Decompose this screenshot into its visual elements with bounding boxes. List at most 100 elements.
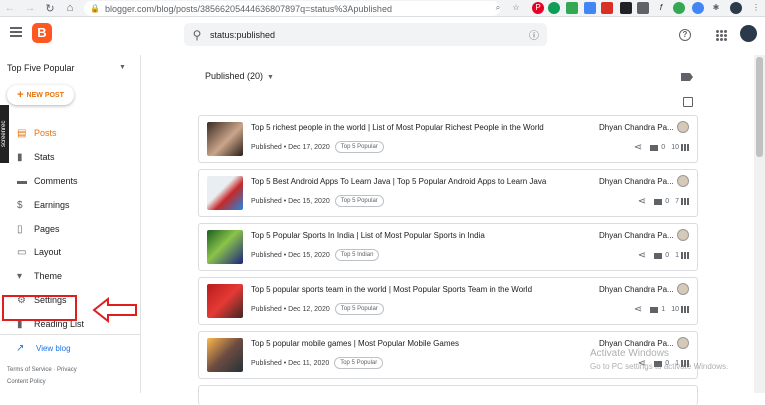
share-icon[interactable]: ⋖ (638, 196, 646, 207)
comment-count: 0 (665, 198, 670, 205)
translate-extension-icon[interactable] (584, 2, 596, 14)
comments-icon: ▬ (17, 175, 27, 187)
post-title[interactable]: Top 5 Popular Sports In India | List of … (251, 231, 561, 240)
bookmark-star-icon[interactable]: ☆ (510, 2, 522, 14)
windows-activation-watermark: Activate Windows Go to PC settings to ac… (590, 347, 728, 373)
post-row[interactable]: Top 5 Popular Sports In India | List of … (198, 223, 698, 271)
sidebar-item-comments[interactable]: ▬ Comments (0, 171, 140, 191)
formula-extension-icon[interactable]: f (655, 2, 667, 14)
sidebar-item-theme[interactable]: ▾ Theme (0, 266, 140, 286)
sidebar-item-layout[interactable]: ▭ Layout (0, 242, 140, 262)
share-icon[interactable]: ⋖ (638, 250, 646, 261)
sidebar-item-pages[interactable]: ▯ Pages (0, 219, 140, 239)
info-icon[interactable]: ⓘ (521, 27, 547, 42)
sidebar-item-label: Layout (34, 247, 62, 257)
extension-icon[interactable] (673, 2, 685, 14)
watermark-title: Activate Windows (590, 348, 669, 359)
sidebar: Top Five Popular ▼ + NEW POST screenrec … (0, 55, 140, 393)
status-filter-dropdown[interactable]: Published (20) ▼ (205, 71, 274, 81)
post-label-chip[interactable]: Top 5 Indian (334, 249, 380, 261)
privacy-link[interactable]: Privacy (57, 367, 77, 373)
zoom-icon[interactable]: ⌕ (492, 2, 504, 14)
apps-grid-icon[interactable] (716, 30, 727, 41)
sidebar-item-label: Theme (34, 271, 63, 281)
post-label-chip[interactable]: Top 5 Popular (334, 141, 384, 153)
search-input[interactable]: status:published (210, 30, 521, 40)
post-title[interactable]: Top 5 popular sports team in the world |… (251, 285, 561, 294)
post-row[interactable]: Top 5 richest people in the world | List… (198, 115, 698, 163)
sidebar-item-label: Posts (34, 128, 57, 138)
new-post-button[interactable]: + NEW POST (7, 85, 74, 105)
post-label-chip[interactable]: Top 5 Popular (334, 195, 384, 207)
browser-toolbar: ← → ↻ ⌂ 🔒 blogger.com/blog/posts/3856620… (0, 0, 765, 17)
view-count: 7 (675, 198, 679, 205)
home-icon[interactable]: ⌂ (60, 2, 80, 14)
posts-icon: ▤ (17, 127, 27, 139)
main-content: Published (20) ▼ Top 5 richest people in … (141, 55, 754, 405)
menu-icon[interactable] (10, 27, 22, 37)
extension-icon[interactable] (548, 2, 560, 14)
scrollbar-thumb[interactable] (756, 57, 763, 157)
reload-icon[interactable]: ↻ (40, 2, 60, 15)
sidebar-item-posts[interactable]: ▤ Posts (0, 123, 140, 143)
author-avatar (677, 283, 689, 295)
post-title[interactable]: Top 5 richest people in the world | List… (251, 123, 561, 132)
post-date: Dec 11, 2020 (288, 359, 330, 367)
label-icon[interactable] (681, 73, 693, 81)
address-bar[interactable]: 🔒 blogger.com/blog/posts/385662054446368… (84, 1, 500, 16)
post-row[interactable]: Top 5 Best Android Apps To Learn Java | … (198, 169, 698, 217)
page-scrollbar[interactable] (754, 55, 765, 393)
new-post-label: NEW POST (26, 91, 64, 99)
sidebar-item-label: Stats (34, 152, 55, 162)
post-row[interactable]: Top 5 popular sports team in the world |… (198, 277, 698, 325)
back-icon[interactable]: ← (0, 2, 20, 14)
pinterest-extension-icon[interactable]: P (532, 2, 544, 14)
extension-icon[interactable] (637, 2, 649, 14)
comment-icon (650, 306, 659, 313)
footer-links: Terms of Service · Privacy Content Polic… (7, 367, 77, 385)
sidebar-item-earnings[interactable]: $ Earnings (0, 195, 140, 215)
extension-icon[interactable] (692, 2, 704, 14)
account-avatar[interactable] (740, 25, 757, 42)
post-label-chip[interactable]: Top 5 Popular (334, 303, 384, 315)
view-count: 1 (675, 252, 679, 259)
post-label-chip[interactable]: Top 5 Popular (334, 357, 384, 369)
terms-link[interactable]: Terms of Service (7, 367, 52, 373)
pages-icon: ▯ (17, 223, 23, 235)
post-thumbnail (207, 122, 243, 156)
view-count: 10 (671, 306, 679, 313)
help-icon[interactable]: ? (679, 29, 691, 41)
author-avatar (677, 229, 689, 241)
chevron-down-icon[interactable]: ▼ (119, 64, 126, 71)
profile-avatar-icon[interactable] (730, 2, 742, 14)
view-blog-link[interactable]: ↗ View blog (0, 341, 71, 355)
post-status: Published (251, 197, 282, 205)
sidebar-item-label: Pages (34, 224, 60, 234)
post-title[interactable]: Top 5 popular mobile games | Most Popula… (251, 339, 561, 348)
extension-icon[interactable] (566, 2, 578, 14)
search-box[interactable]: ⚲ status:published ⓘ (184, 23, 547, 46)
select-all-checkbox[interactable] (683, 97, 693, 107)
blog-selector[interactable]: Top Five Popular (7, 63, 75, 73)
puzzle-extensions-icon[interactable]: ✱ (710, 2, 722, 14)
post-thumbnail (207, 338, 243, 372)
comment-icon (650, 144, 659, 151)
blogger-logo-icon[interactable]: B (32, 23, 52, 43)
post-status: Published (251, 359, 282, 367)
author-avatar (677, 121, 689, 133)
post-meta: Published • Dec 11, 2020 Top 5 Popular (251, 357, 384, 369)
post-title[interactable]: Top 5 Best Android Apps To Learn Java | … (251, 177, 561, 186)
content-policy-link[interactable]: Content Policy (7, 379, 46, 385)
views-icon (681, 306, 689, 313)
forward-icon[interactable]: → (20, 2, 40, 14)
share-icon[interactable]: ⋖ (634, 304, 642, 315)
post-row[interactable] (198, 385, 698, 405)
comment-icon (654, 198, 663, 205)
extension-icon[interactable] (601, 2, 613, 14)
share-icon[interactable]: ⋖ (634, 142, 642, 153)
extension-icon[interactable] (620, 2, 632, 14)
views-icon (681, 198, 689, 205)
sidebar-item-stats[interactable]: ▮ Stats (0, 147, 140, 167)
chrome-menu-icon[interactable]: ⋮ (750, 2, 762, 14)
post-thumbnail (207, 230, 243, 264)
